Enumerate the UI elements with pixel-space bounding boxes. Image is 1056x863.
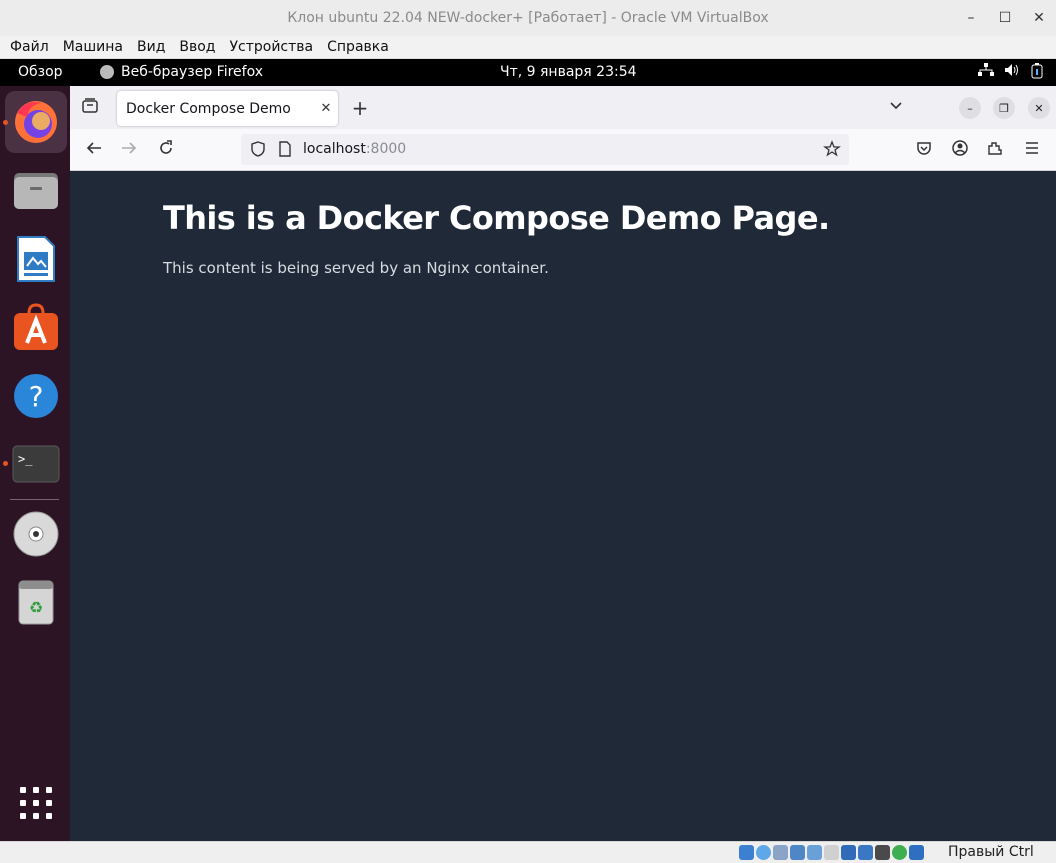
dock-item-app-center[interactable] <box>5 296 67 358</box>
dock-item-firefox[interactable] <box>5 91 67 153</box>
dock-item-files[interactable] <box>5 159 67 221</box>
terminal-icon: >_ <box>12 445 60 483</box>
help-icon: ? <box>14 374 58 418</box>
minimize-window-icon[interactable]: – <box>959 97 981 119</box>
dock-item-terminal[interactable]: >_ <box>5 433 67 495</box>
dvd-icon <box>13 511 59 557</box>
page-content: This is a Docker Compose Demo Page. This… <box>70 171 1056 841</box>
forward-icon[interactable] <box>117 139 141 162</box>
trash-icon: ♻ <box>18 580 54 625</box>
menu-machine[interactable]: Машина <box>63 39 123 55</box>
tab-title: Docker Compose Demo <box>126 100 291 117</box>
menu-view[interactable]: Вид <box>137 39 165 55</box>
libreoffice-writer-icon <box>17 236 55 282</box>
firefox-icon <box>15 101 57 143</box>
virtualbox-menu-bar: Файл Машина Вид Ввод Устройства Справка <box>0 36 1056 59</box>
dock: ? >_ ♻ <box>0 86 70 841</box>
maximize-icon[interactable]: ☐ <box>988 10 1022 26</box>
url-host: localhost <box>303 141 366 157</box>
menu-input[interactable]: Ввод <box>179 39 215 55</box>
page-heading: This is a Docker Compose Demo Page. <box>163 199 830 237</box>
activities-button[interactable]: Обзор <box>18 64 63 80</box>
dock-item-dvd[interactable] <box>5 503 67 565</box>
virtualbox-status-bar: Правый Ctrl <box>0 841 1056 863</box>
app-menu-label: Веб-браузер Firefox <box>121 64 264 80</box>
list-all-tabs-icon[interactable] <box>885 97 907 117</box>
usb-icon[interactable] <box>807 845 822 860</box>
hamburger-menu-icon[interactable] <box>1020 139 1044 162</box>
navigation-toolbar: localhost:8000 <box>70 129 1056 171</box>
gnome-top-bar: Обзор Веб-браузер Firefox Чт, 9 января 2… <box>0 59 1056 86</box>
app-menu[interactable]: Веб-браузер Firefox <box>100 64 263 80</box>
running-indicator <box>3 461 8 466</box>
clock[interactable]: Чт, 9 января 23:54 <box>500 64 637 80</box>
show-applications-button[interactable] <box>5 772 67 834</box>
pocket-icon[interactable] <box>912 139 936 162</box>
reload-icon[interactable] <box>154 139 178 162</box>
new-tab-icon[interactable]: + <box>348 96 372 120</box>
cpu-icon[interactable] <box>875 845 890 860</box>
url-text: localhost:8000 <box>303 141 406 157</box>
firefox-small-icon <box>100 65 114 79</box>
files-icon <box>14 173 58 209</box>
minimize-icon[interactable]: – <box>954 10 988 26</box>
account-icon[interactable] <box>948 139 972 162</box>
dock-item-writer[interactable] <box>5 228 67 290</box>
menu-devices[interactable]: Устройства <box>230 39 314 55</box>
hard-disk-icon[interactable] <box>739 845 754 860</box>
system-tray[interactable] <box>978 63 1044 83</box>
window-controls: – ☐ ✕ <box>954 0 1056 36</box>
host-key-label: Правый Ctrl <box>948 844 1034 860</box>
dock-item-trash[interactable]: ♻ <box>5 571 67 633</box>
close-icon[interactable]: ✕ <box>1022 10 1056 26</box>
menu-help[interactable]: Справка <box>327 39 389 55</box>
audio-icon[interactable] <box>773 845 788 860</box>
firefox-window: Docker Compose Demo ✕ + – ❐ ✕ localhost:… <box>70 86 1056 841</box>
page-paragraph: This content is being served by an Nginx… <box>163 259 549 277</box>
tab-bar: Docker Compose Demo ✕ + – ❐ ✕ <box>70 86 1056 129</box>
window-title: Клон ubuntu 22.04 NEW-docker+ [Работает]… <box>287 10 769 26</box>
tracking-protection-shield-icon[interactable] <box>249 140 267 162</box>
dock-item-help[interactable]: ? <box>5 365 67 427</box>
running-indicator <box>3 120 8 125</box>
close-window-icon[interactable]: ✕ <box>1028 97 1050 119</box>
svg-text:?: ? <box>29 380 44 413</box>
guest-additions-icon[interactable] <box>892 845 907 860</box>
tab-docker-compose-demo[interactable]: Docker Compose Demo ✕ <box>117 91 338 126</box>
display-icon[interactable] <box>841 845 856 860</box>
app-grid-icon <box>20 787 52 819</box>
dock-separator <box>10 499 59 500</box>
url-bar[interactable]: localhost:8000 <box>241 134 849 165</box>
url-port: :8000 <box>365 141 407 157</box>
volume-icon <box>1004 63 1020 83</box>
status-icons <box>739 845 924 860</box>
close-tab-icon[interactable]: ✕ <box>314 101 338 116</box>
optical-drive-icon[interactable] <box>756 845 771 860</box>
keyboard-capture-icon[interactable] <box>909 845 924 860</box>
shared-folders-icon[interactable] <box>824 845 839 860</box>
back-icon[interactable] <box>82 139 106 162</box>
app-center-icon <box>14 303 58 350</box>
firefox-view-icon[interactable] <box>78 97 102 119</box>
extensions-icon[interactable] <box>983 139 1007 162</box>
network-adapter-icon[interactable] <box>790 845 805 860</box>
svg-text:>_: >_ <box>18 452 33 466</box>
page-info-icon[interactable] <box>277 140 293 162</box>
virtualbox-title-bar: Клон ubuntu 22.04 NEW-docker+ [Работает]… <box>0 0 1056 36</box>
bookmark-star-icon[interactable] <box>823 140 841 162</box>
restore-window-icon[interactable]: ❐ <box>993 97 1015 119</box>
svg-text:♻: ♻ <box>29 598 43 617</box>
menu-file[interactable]: Файл <box>10 39 49 55</box>
battery-icon <box>1030 63 1044 83</box>
network-icon <box>978 63 994 83</box>
recording-icon[interactable] <box>858 845 873 860</box>
